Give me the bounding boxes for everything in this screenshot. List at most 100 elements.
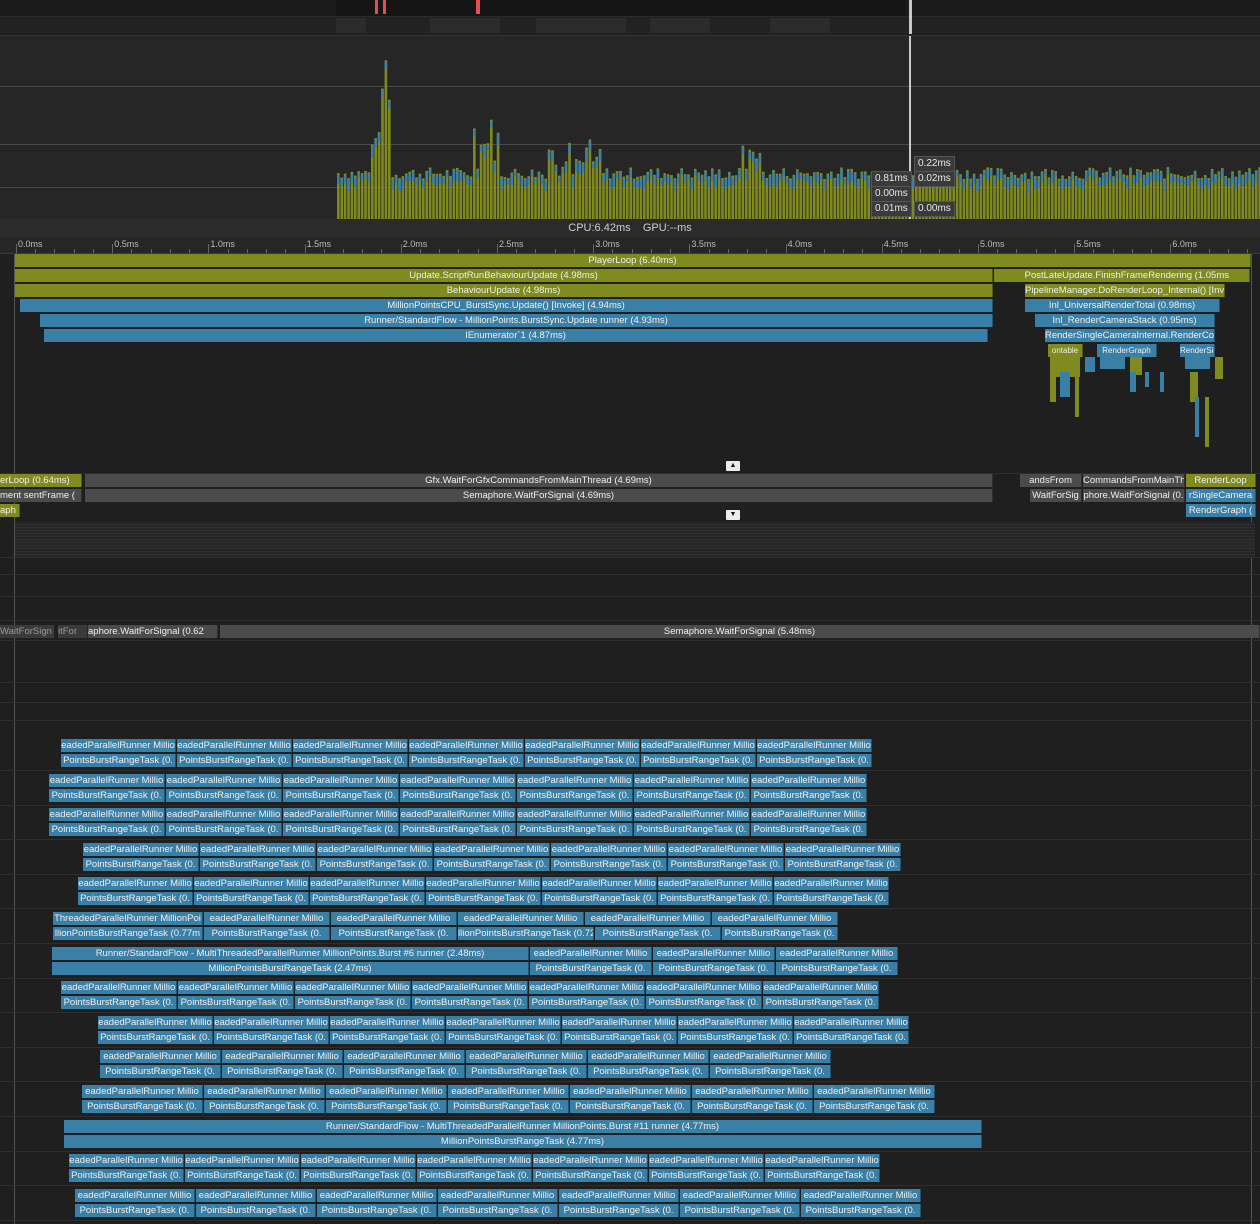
range-task-sample[interactable]: PointsBurstRangeTask (0.	[417, 1169, 532, 1183]
range-task-sample[interactable]: PointsBurstRangeTask (0.	[295, 996, 411, 1010]
range-task-sample[interactable]: PointsBurstRangeTask (0.	[301, 1169, 416, 1183]
runner-sample[interactable]: eadedParallelRunner Millio	[166, 773, 282, 787]
range-task-sample[interactable]: PointsBurstRangeTask (0.	[200, 857, 316, 871]
runner-sample[interactable]: eadedParallelRunner Millio	[166, 808, 282, 822]
range-task-sample[interactable]: PointsBurstRangeTask (0.	[649, 1169, 764, 1183]
range-task-sample[interactable]: PointsBurstRangeTask (0.	[710, 1065, 831, 1079]
timeline-view[interactable]: PlayerLoop (6.40ms) Update.ScriptRunBeha…	[0, 254, 1260, 1224]
range-task-sample[interactable]: PointsBurstRangeTask (0.	[658, 892, 773, 906]
range-task-sample[interactable]: PointsBurstRangeTask (0.	[166, 823, 282, 837]
runner-sample[interactable]: eadedParallelRunner Millio	[678, 1015, 793, 1029]
range-task-sample[interactable]: PointsBurstRangeTask (0.	[214, 1030, 329, 1044]
range-task-sample[interactable]: PointsBurstRangeTask (0.	[400, 788, 516, 802]
frame-overview-strip[interactable]	[0, 0, 1260, 34]
runner-sample[interactable]: eadedParallelRunner Millio	[559, 1188, 679, 1202]
runner-sample[interactable]: eadedParallelRunner Millio	[712, 912, 838, 925]
frame-cursor-top[interactable]	[909, 0, 912, 34]
range-task-sample[interactable]: PointsBurstRangeTask (0.	[400, 823, 516, 837]
semaphore-short-sample[interactable]: phore.WaitForSignal (0.	[1083, 489, 1185, 502]
range-task-sample[interactable]: PointsBurstRangeTask (0.	[533, 1169, 648, 1183]
wait-for-signal-sample[interactable]: WaitForSign	[0, 625, 55, 638]
range-task-sample[interactable]: PointsBurstRangeTask (0.	[776, 961, 898, 975]
range-task-sample[interactable]: PointsBurstRangeTask (0.	[438, 1203, 558, 1217]
runner-sample[interactable]: eadedParallelRunner Millio	[344, 1050, 465, 1064]
runner-sample[interactable]: eadedParallelRunner Millio	[196, 1188, 316, 1202]
runner-sample[interactable]: eadedParallelRunner Millio	[466, 1050, 587, 1064]
render-loop-sample[interactable]: erLoop (0.64ms)	[0, 474, 82, 487]
runner-sample[interactable]: eadedParallelRunner Millio	[331, 912, 457, 925]
runner-sample[interactable]: eadedParallelRunner Millio	[98, 1015, 213, 1029]
runner-sample[interactable]: eadedParallelRunner Millio	[61, 739, 176, 752]
runner-sample[interactable]: eadedParallelRunner Millio	[417, 1154, 532, 1168]
million-points-cpu-sample[interactable]: MillionPointsCPU_BurstSync.Update() [Inv…	[20, 299, 993, 312]
range-task-sample[interactable]: PointsBurstRangeTask (0.	[757, 754, 872, 767]
runner-sample[interactable]: eadedParallelRunner Millio	[330, 1015, 445, 1029]
script-run-sample[interactable]: Update.ScriptRunBehaviourUpdate (4.98ms)	[15, 269, 993, 282]
gfx-wait-sample[interactable]: Gfx.WaitForGfxCommandsFromMainThread (4.…	[85, 474, 993, 487]
range-task-sample[interactable]: PointsBurstRangeTask (0.	[310, 892, 425, 906]
runner-sample[interactable]: eadedParallelRunner Millio	[634, 773, 750, 787]
player-loop-sample[interactable]: PlayerLoop (6.40ms)	[15, 254, 1251, 267]
wait-for-signal-sample[interactable]: itFor	[58, 625, 88, 638]
runner-sample[interactable]: eadedParallelRunner Millio	[646, 981, 762, 995]
runner-sample[interactable]: eadedParallelRunner Millio	[653, 946, 775, 960]
range-task-sample[interactable]: PointsBurstRangeTask (0.	[204, 927, 330, 940]
range-task-sample[interactable]: PointsBurstRangeTask (0.	[49, 823, 165, 837]
runner-sample[interactable]: eadedParallelRunner Millio	[668, 842, 784, 856]
runner-sample[interactable]: eadedParallelRunner Millio	[542, 877, 657, 891]
runner-sample[interactable]: eadedParallelRunner Millio	[658, 877, 773, 891]
runner-sample[interactable]: eadedParallelRunner Millio	[649, 1154, 764, 1168]
range-task-sample[interactable]: llionPointsBurstRangeTask (0.72	[458, 927, 594, 940]
runner-sample[interactable]: Runner/StandardFlow - MultiThreadedParal…	[52, 946, 529, 960]
range-task-sample[interactable]: PointsBurstRangeTask (0.	[283, 823, 399, 837]
runner-sample[interactable]: eadedParallelRunner Millio	[177, 739, 292, 752]
range-task-sample[interactable]: PointsBurstRangeTask (0.	[446, 1030, 561, 1044]
pipeline-manager-sample[interactable]: PipelineManager.DoRenderLoop_Internal() …	[1025, 284, 1225, 297]
runner-sample[interactable]: eadedParallelRunner Millio	[61, 981, 177, 995]
range-task-sample[interactable]: MillionPointsBurstRangeTask (4.77ms)	[64, 1134, 982, 1148]
range-task-sample[interactable]: PointsBurstRangeTask (0.	[588, 1065, 709, 1079]
range-task-sample[interactable]: PointsBurstRangeTask (0.	[794, 1030, 909, 1044]
runner-sample[interactable]: eadedParallelRunner Millio	[283, 773, 399, 787]
range-task-sample[interactable]: PointsBurstRangeTask (0.	[785, 857, 901, 871]
range-task-sample[interactable]: PointsBurstRangeTask (0.	[641, 754, 756, 767]
runner-sample[interactable]: eadedParallelRunner Millio	[765, 1154, 880, 1168]
runner-sample[interactable]: eadedParallelRunner Millio	[448, 1085, 569, 1098]
runner-sample[interactable]: eadedParallelRunner Millio	[530, 946, 652, 960]
range-task-sample[interactable]: PointsBurstRangeTask (0.	[222, 1065, 343, 1079]
range-task-sample[interactable]: PointsBurstRangeTask (0.	[196, 1203, 316, 1217]
runner-sample[interactable]: eadedParallelRunner Millio	[283, 808, 399, 822]
range-task-sample[interactable]: PointsBurstRangeTask (0.	[634, 823, 750, 837]
range-task-sample[interactable]: PointsBurstRangeTask (0.	[517, 788, 633, 802]
range-task-sample[interactable]: PointsBurstRangeTask (0.	[204, 1100, 325, 1113]
small-sample[interactable]: RenderSingleCam	[1180, 344, 1215, 357]
range-task-sample[interactable]: PointsBurstRangeTask (0.	[466, 1065, 587, 1079]
runner-sample[interactable]: eadedParallelRunner Millio	[774, 877, 889, 891]
range-task-sample[interactable]: PointsBurstRangeTask (0.	[98, 1030, 213, 1044]
runner-sample[interactable]: eadedParallelRunner Millio	[326, 1085, 447, 1098]
expand-thread-icon[interactable]: ▼	[726, 510, 740, 520]
wait-for-signal-sample[interactable]: WaitForSig	[1030, 489, 1082, 502]
range-task-sample[interactable]: PointsBurstRangeTask (0.	[166, 788, 282, 802]
runner-sample[interactable]: Runner/StandardFlow - MultiThreadedParal…	[64, 1119, 982, 1133]
small-sample[interactable]: RenderGraph	[1097, 344, 1157, 357]
runner-sample[interactable]: eadedParallelRunner Millio	[562, 1015, 677, 1029]
range-task-sample[interactable]: PointsBurstRangeTask (0.	[570, 1100, 691, 1113]
runner-sample[interactable]: eadedParallelRunner Millio	[409, 739, 524, 752]
range-task-sample[interactable]: PointsBurstRangeTask (0.	[69, 1169, 184, 1183]
runner-sample[interactable]: eadedParallelRunner Millio	[533, 1154, 648, 1168]
runner-sample[interactable]: eadedParallelRunner Millio	[301, 1154, 416, 1168]
runner-sample[interactable]: eadedParallelRunner Millio	[458, 912, 584, 925]
runner-sample[interactable]: eadedParallelRunner Millio	[680, 1188, 800, 1202]
runner-sample[interactable]: eadedParallelRunner Millio	[588, 1050, 709, 1064]
runner-sample[interactable]: eadedParallelRunner Millio	[204, 912, 330, 925]
range-task-sample[interactable]: PointsBurstRangeTask (0.	[774, 892, 889, 906]
runner-sample[interactable]: eadedParallelRunner Millio	[692, 1085, 813, 1098]
range-task-sample[interactable]: PointsBurstRangeTask (0.	[668, 857, 784, 871]
range-task-sample[interactable]: PointsBurstRangeTask (0.	[448, 1100, 569, 1113]
range-task-sample[interactable]: PointsBurstRangeTask (0.	[61, 754, 176, 767]
range-task-sample[interactable]: PointsBurstRangeTask (0.	[434, 857, 550, 871]
range-task-sample[interactable]: PointsBurstRangeTask (0.	[595, 927, 721, 940]
runner-sample[interactable]: eadedParallelRunner Millio	[710, 1050, 831, 1064]
runner-sample[interactable]: eadedParallelRunner Millio	[551, 842, 667, 856]
